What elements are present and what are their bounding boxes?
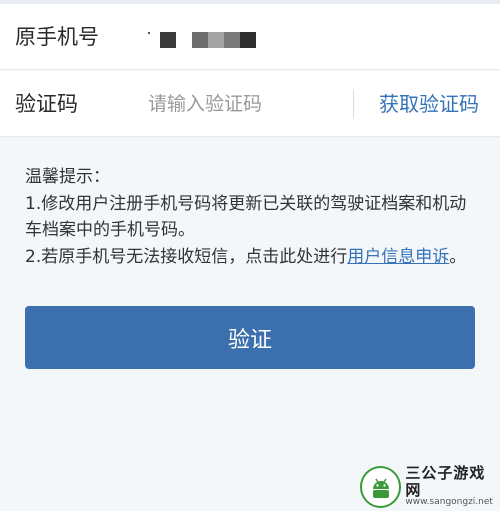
- mask-block: [192, 32, 208, 48]
- watermark-text: 三公子游戏网 www.sangongzi.net: [405, 465, 500, 508]
- verification-code-input[interactable]: [148, 88, 338, 120]
- original-phone-row: 原手机号: [0, 4, 500, 70]
- watermark-title: 三公子游戏网: [405, 464, 486, 499]
- mask-dot: [148, 32, 150, 34]
- verification-code-label: 验证码: [15, 92, 78, 116]
- watermark-url: www.sangongzi.net: [405, 497, 493, 508]
- masked-phone-number: [148, 32, 256, 48]
- verify-button[interactable]: 验证: [25, 306, 475, 369]
- tips-line-2: 2.若原手机号无法接收短信，点击此处进行用户信息申诉。: [25, 244, 480, 271]
- tips-line-2-end: 。: [449, 246, 467, 267]
- get-code-button[interactable]: 获取验证码: [379, 71, 479, 137]
- tips-line-1: 1.修改用户注册手机号码将更新已关联的驾驶证档案和机动车档案中的手机号码。: [25, 193, 467, 241]
- mask-block: [240, 32, 256, 48]
- user-info-appeal-link[interactable]: 用户信息申诉: [347, 247, 449, 267]
- mask-block: [160, 32, 176, 48]
- vertical-divider: [353, 89, 354, 119]
- tips-line-2-text: 2.若原手机号无法接收短信，点击此处进行: [25, 246, 348, 267]
- site-watermark: 三公子游戏网 www.sangongzi.net: [360, 462, 500, 511]
- original-phone-label: 原手机号: [15, 25, 99, 49]
- mask-block: [208, 32, 224, 48]
- mask-block: [224, 32, 240, 48]
- verification-code-row: 验证码 获取验证码: [0, 71, 500, 137]
- tips-title: 温馨提示：: [25, 167, 110, 187]
- android-logo-icon: [360, 465, 402, 508]
- tips-section: 温馨提示： 1.修改用户注册手机号码将更新已关联的驾驶证档案和机动车档案中的手机…: [25, 164, 480, 270]
